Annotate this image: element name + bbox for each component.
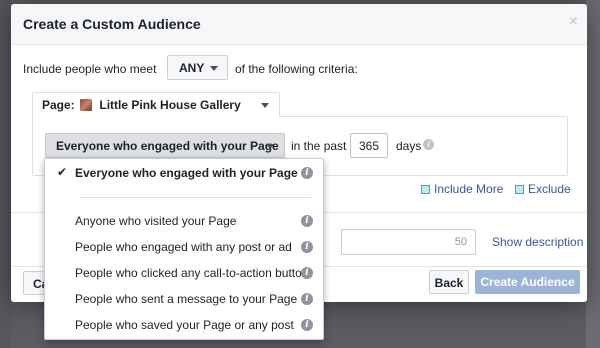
page-source-selector[interactable]: Page: Little Pink House Gallery <box>32 92 280 117</box>
chevron-down-icon <box>266 144 274 149</box>
info-icon[interactable]: i <box>301 215 313 227</box>
menu-divider <box>79 197 311 198</box>
exclude-label: Exclude <box>528 182 571 196</box>
engagement-type-menu: ✔ Everyone who engaged with your Page i … <box>44 158 324 340</box>
page-thumbnail <box>80 99 93 111</box>
days-input[interactable] <box>350 133 388 158</box>
in-the-past-label: in the past <box>291 139 347 153</box>
menu-item[interactable]: Anyone who visited your Page i <box>45 208 323 234</box>
menu-item-label: People who clicked any call-to-action bu… <box>75 266 309 280</box>
menu-item[interactable]: People who engaged with any post or ad i <box>45 234 323 260</box>
char-count: 50 <box>454 236 467 248</box>
include-more-label: Include More <box>434 182 504 196</box>
chevron-down-icon <box>261 103 269 108</box>
menu-item-label: People who sent a message to your Page <box>75 292 298 306</box>
criteria-prefix: Include people who meet <box>23 62 157 76</box>
menu-item[interactable]: People who saved your Page or any post i <box>45 312 323 338</box>
background-page-left <box>0 0 11 348</box>
chevron-down-icon <box>210 66 218 71</box>
menu-item-label: Everyone who engaged with your Page <box>75 166 298 180</box>
info-icon[interactable]: i <box>301 319 313 331</box>
back-button[interactable]: Back <box>429 270 469 294</box>
engagement-type-dropdown[interactable]: Everyone who engaged with your Page <box>45 133 285 158</box>
close-icon[interactable]: × <box>569 14 578 30</box>
dialog-header: Create a Custom Audience × <box>11 4 587 45</box>
info-icon[interactable]: i <box>423 139 434 150</box>
menu-item-label: Anyone who visited your Page <box>75 214 237 228</box>
match-type-dropdown[interactable]: ANY <box>167 55 228 80</box>
menu-item-label: People who saved your Page or any post <box>75 318 294 332</box>
source-label: Page: <box>42 98 75 112</box>
dialog-title: Create a Custom Audience <box>23 16 201 32</box>
checkmark-icon: ✔ <box>57 165 68 179</box>
info-icon[interactable]: i <box>301 167 313 179</box>
audience-name-input[interactable]: 50 <box>341 229 476 255</box>
page-name: Little Pink House Gallery <box>99 98 241 112</box>
info-icon[interactable]: i <box>301 293 313 305</box>
include-more-link[interactable]: Include More <box>421 182 503 196</box>
menu-item[interactable]: People who sent a message to your Page i <box>45 286 323 312</box>
include-icon <box>421 185 430 194</box>
days-label: days <box>396 139 422 153</box>
create-audience-button[interactable]: Create Audience <box>475 270 580 294</box>
match-type-value: ANY <box>179 61 205 75</box>
info-icon[interactable]: i <box>301 241 313 253</box>
menu-item-selected[interactable]: ✔ Everyone who engaged with your Page i <box>45 160 323 186</box>
engagement-type-value: Everyone who engaged with your Page <box>56 139 279 153</box>
info-icon[interactable]: i <box>301 267 313 279</box>
exclude-link[interactable]: Exclude <box>515 182 571 196</box>
menu-item[interactable]: People who clicked any call-to-action bu… <box>45 260 323 286</box>
exclude-icon <box>515 185 524 194</box>
show-description-link[interactable]: Show description <box>492 235 583 249</box>
menu-item-label: People who engaged with any post or ad <box>75 240 292 254</box>
background-page-right <box>586 0 600 348</box>
criteria-suffix: of the following criteria: <box>235 62 358 76</box>
